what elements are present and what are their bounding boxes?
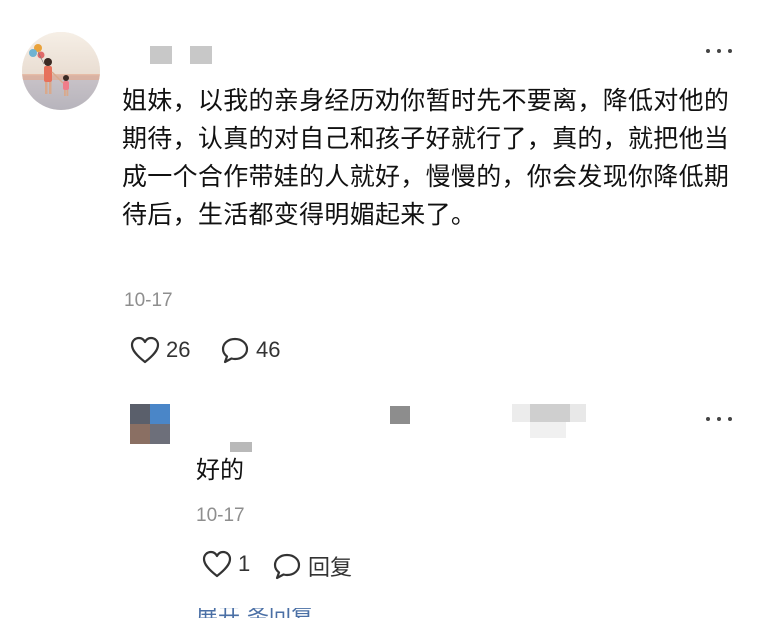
reply-author-redacted — [390, 406, 410, 424]
expand-replies-link[interactable]: 展开 条回复 — [196, 608, 416, 618]
reply-author-redacted — [512, 404, 530, 422]
comment-thread: 姐妹，以我的亲身经历劝你暂时先不要离，降低对他的期待，认真的对自己和孩子好就行了… — [0, 0, 762, 618]
reply-author-redacted — [570, 404, 586, 422]
author-name-redacted — [190, 46, 212, 64]
reply-label: 回复 — [308, 555, 353, 580]
comment-text: 姐妹，以我的亲身经历劝你暂时先不要离，降低对他的期待，认真的对自己和孩子好就行了… — [122, 86, 730, 229]
reply-like-count: 1 — [238, 551, 251, 576]
reply-more-options-icon[interactable] — [704, 412, 734, 426]
reply-reply-button[interactable]: 回复 — [272, 550, 352, 582]
reply-author-redacted — [530, 404, 570, 422]
avatar[interactable] — [22, 32, 100, 110]
reply-count: 46 — [256, 337, 281, 362]
reply-author-redacted — [530, 422, 566, 438]
comment-bubble-icon — [273, 553, 301, 580]
author-name-redacted — [150, 46, 172, 64]
heart-icon — [130, 336, 160, 364]
reply-avatar[interactable] — [130, 404, 170, 444]
heart-icon — [202, 550, 232, 578]
comment-date: 10-17 — [124, 290, 173, 311]
reply-text: 好的 — [196, 456, 244, 484]
reply-like-button[interactable]: 1 — [202, 550, 250, 578]
reply-date: 10-17 — [196, 505, 245, 526]
like-count: 26 — [166, 337, 191, 362]
comment-bubble-icon — [221, 337, 249, 364]
more-options-icon[interactable] — [704, 44, 734, 58]
reply-button[interactable]: 46 — [220, 336, 280, 364]
like-button[interactable]: 26 — [130, 336, 190, 364]
